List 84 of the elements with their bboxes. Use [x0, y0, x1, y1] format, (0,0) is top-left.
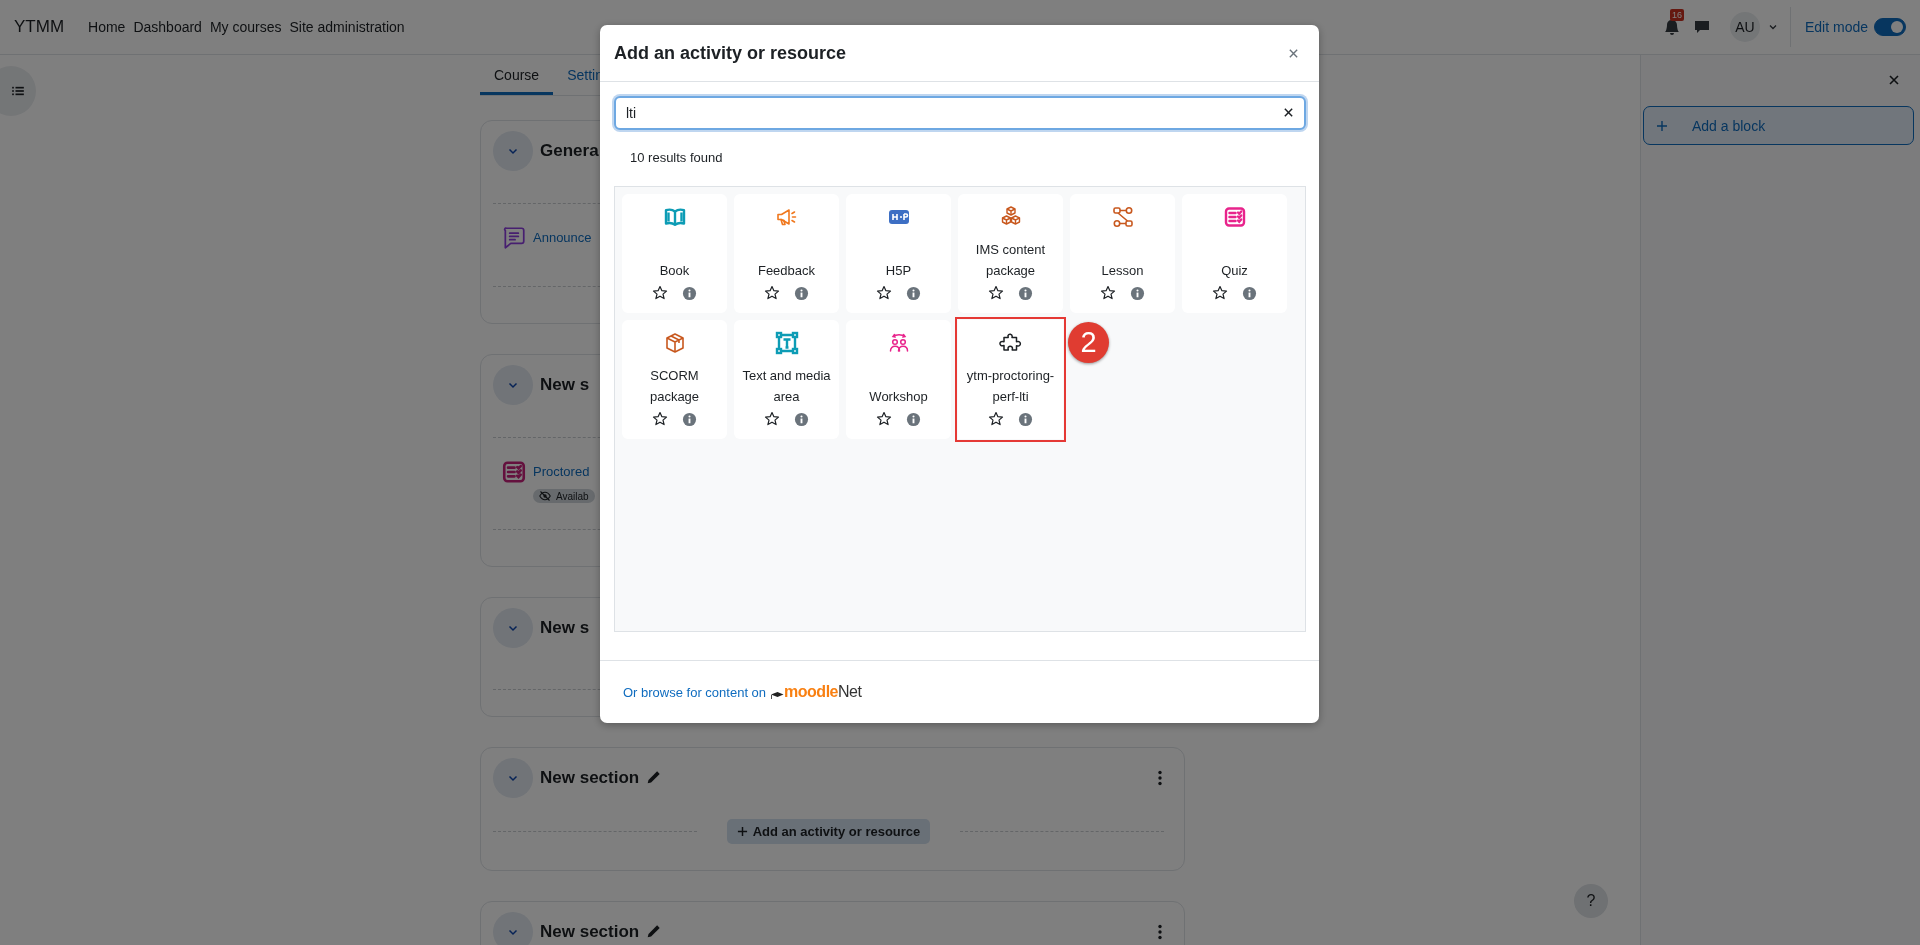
info-icon[interactable] [1018, 285, 1033, 301]
plus-icon [736, 826, 748, 837]
info-icon[interactable] [794, 285, 809, 301]
badge-text: Availab [556, 490, 589, 502]
info-icon[interactable] [1018, 411, 1033, 427]
star-icon[interactable] [876, 285, 892, 301]
activity-card[interactable]: Quiz [1182, 194, 1287, 313]
activity-name: SCORM package [648, 367, 701, 406]
star-icon[interactable] [988, 285, 1004, 301]
activity-link[interactable]: Proctored [533, 459, 595, 485]
nav-link[interactable]: Dashboard [133, 15, 202, 39]
info-icon[interactable] [794, 411, 809, 427]
browse-link[interactable]: Or browse for content on [623, 684, 767, 700]
nav-link[interactable]: My courses [209, 15, 282, 39]
star-icon[interactable] [1100, 285, 1116, 301]
info-icon[interactable] [906, 411, 921, 427]
activity-card[interactable]: Workshop [846, 320, 951, 439]
section-title: New s [540, 618, 590, 638]
activity-name: ytm-proctoring-perf-lti [965, 367, 1056, 406]
modal-title: Add an activity or resource [614, 42, 847, 64]
nav-link[interactable]: Site administration [289, 15, 405, 39]
activity-card[interactable]: SCORM package [622, 320, 727, 439]
user-avatar[interactable]: AU [1729, 12, 1760, 42]
section-title: New section [540, 768, 640, 788]
activity-name: IMS content package [974, 241, 1047, 280]
star-icon[interactable] [652, 411, 668, 427]
more-icon[interactable] [1158, 924, 1162, 940]
activity-name: Feedback [756, 262, 817, 280]
activity-card[interactable]: IMS content package [958, 194, 1063, 313]
pencil-icon[interactable] [645, 770, 662, 786]
site-brand[interactable]: YTMM [14, 17, 65, 37]
logo-text: moodleNet [784, 683, 862, 701]
section-title: Genera [540, 141, 599, 161]
list-icon [12, 86, 24, 96]
moodlenet-logo[interactable]: moodleNet [770, 683, 862, 701]
search-field[interactable]: lti [614, 96, 1306, 130]
pencil-icon[interactable] [645, 924, 662, 940]
section-title: New s [540, 375, 590, 395]
results-count: 10 results found [630, 149, 724, 167]
hidden-eye-icon [539, 490, 551, 502]
notification-count: 16 [1669, 9, 1684, 21]
activity-card[interactable]: Feedback [734, 194, 839, 313]
bell-icon[interactable] [1663, 19, 1680, 35]
star-icon[interactable] [988, 411, 1004, 427]
activity-name: Lesson [1100, 262, 1145, 280]
activity-card[interactable]: Lesson [1070, 194, 1175, 313]
caret-icon[interactable] [1767, 22, 1778, 32]
close-icon[interactable] [1888, 74, 1900, 86]
activity-card[interactable]: Book [622, 194, 727, 313]
edit-mode-switch[interactable] [1874, 18, 1906, 36]
close-icon[interactable] [1288, 47, 1299, 59]
graduation-cap-icon [770, 691, 785, 701]
activity-name: Quiz [1220, 262, 1249, 280]
course-index-button[interactable] [0, 66, 36, 116]
info-icon[interactable] [682, 411, 697, 427]
info-icon[interactable] [906, 285, 921, 301]
activity-name: Text and media area [741, 367, 832, 406]
star-icon[interactable] [764, 285, 780, 301]
quiz-icon [501, 459, 527, 485]
info-icon[interactable] [1130, 285, 1145, 301]
speech-bubble-icon [501, 225, 527, 251]
section-title: New section [540, 922, 640, 942]
activity-name: Workshop [868, 388, 929, 406]
chat-icon[interactable] [1693, 19, 1710, 35]
more-icon[interactable] [1158, 770, 1162, 786]
star-icon[interactable] [764, 411, 780, 427]
course-tab[interactable]: Course [480, 57, 554, 95]
star-icon[interactable] [1212, 285, 1228, 301]
info-icon[interactable] [1242, 285, 1257, 301]
activity-name: Book [658, 262, 691, 280]
plus-icon [1656, 119, 1668, 132]
star-icon[interactable] [652, 285, 668, 301]
add-activity-button[interactable]: Add an activity or resource [726, 819, 931, 844]
activity-card[interactable]: H5P [846, 194, 951, 313]
nav-link[interactable]: Home [88, 15, 126, 39]
activity-link[interactable]: Announce [533, 225, 592, 251]
activity-card[interactable]: Text and media area [734, 320, 839, 439]
star-icon[interactable] [876, 411, 892, 427]
edit-mode-label: Edit mode [1804, 19, 1868, 35]
activity-name: H5P [884, 262, 913, 280]
info-icon[interactable] [682, 285, 697, 301]
step-number-badge: 2 [1068, 322, 1109, 363]
clear-icon[interactable] [1283, 107, 1294, 118]
help-button[interactable]: ? [1574, 884, 1608, 918]
